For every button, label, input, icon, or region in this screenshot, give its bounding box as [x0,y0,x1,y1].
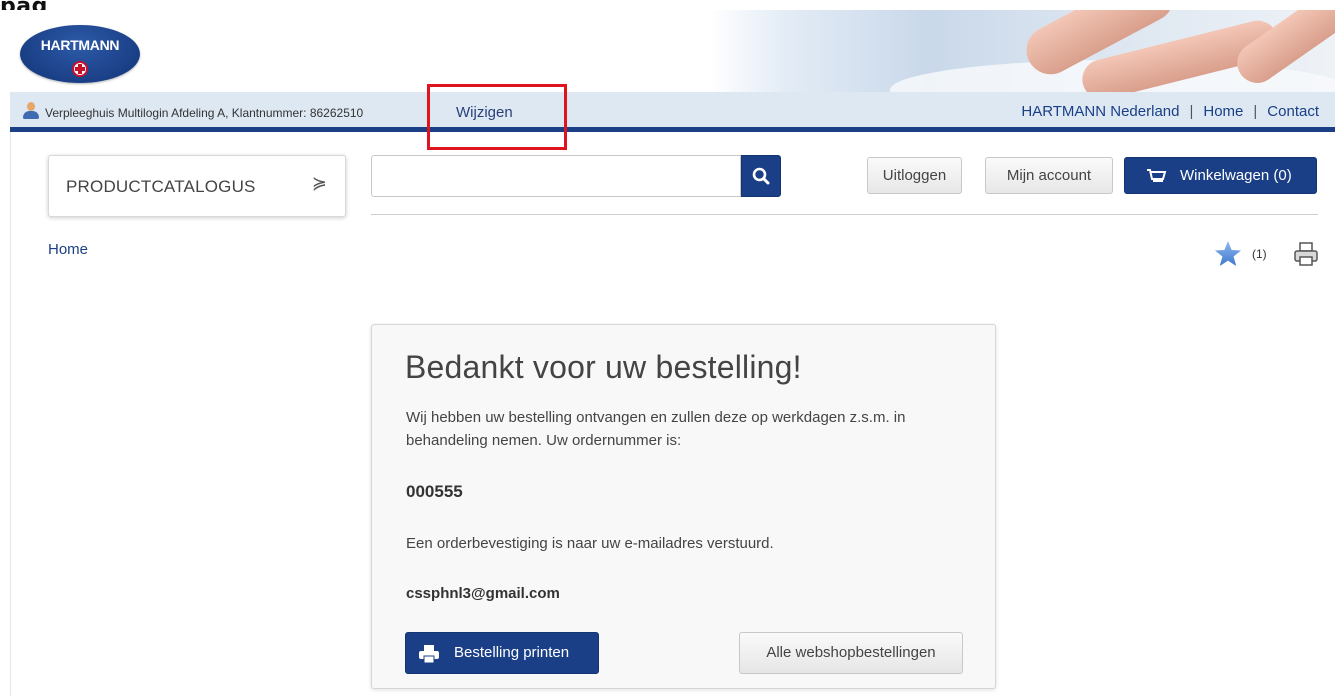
search-input[interactable] [371,155,741,197]
my-account-button[interactable]: Mijn account [985,157,1113,194]
search-button[interactable] [741,155,781,197]
home-link[interactable]: Home [1203,103,1243,120]
printer-icon [419,645,439,663]
hero-image [710,10,1335,92]
hartmann-nederland-link[interactable]: HARTMANN Nederland [1021,103,1179,120]
product-catalog-dropdown[interactable]: PRODUCTCATALOGUS ≽ [48,155,346,217]
print-order-label: Bestelling printen [454,644,570,661]
contact-link[interactable]: Contact [1267,103,1319,120]
search-icon [752,167,770,185]
breadcrumb-home[interactable]: Home [48,241,88,258]
order-confirmation-panel: Bedankt voor uw bestelling! Wij hebben u… [371,324,996,689]
product-catalog-label: PRODUCTCATALOGUS [66,177,256,196]
nav-separator: | [1189,103,1194,120]
confirmation-email: cssphnl3@gmail.com [406,585,560,602]
print-order-button[interactable]: Bestelling printen [405,632,599,674]
confirmation-mail-message: Een orderbevestiging is naar uw e-mailad… [406,535,774,552]
logout-button[interactable]: Uitloggen [867,157,962,194]
account-bar: Verpleeghuis Multilogin Afdeling A, Klan… [10,92,1335,132]
cart-button[interactable]: Winkelwagen (0) [1124,157,1317,194]
change-account-link[interactable]: Wijzigen [456,104,513,121]
print-icon[interactable] [1293,241,1319,267]
cart-label: Winkelwagen (0) [1180,167,1292,184]
chevron-double-down-icon: ≽ [311,173,327,193]
nav-separator: | [1253,103,1258,120]
logo-text: HARTMANN [40,37,120,53]
cart-icon [1147,169,1167,182]
star-icon[interactable] [1214,240,1242,268]
confirmation-title: Bedankt voor uw bestelling! [405,349,802,385]
confirmation-message: Wij hebben uw bestelling ontvangen en zu… [406,409,906,449]
header-banner: HARTMANN [0,10,1335,92]
top-nav: HARTMANN Nederland | Home | Contact [1021,103,1319,120]
order-number: 000555 [406,482,463,501]
left-divider [10,132,11,696]
user-icon [22,102,40,120]
favorites-count: (1) [1252,247,1267,261]
all-orders-button[interactable]: Alle webshopbestellingen [739,632,963,674]
account-info: Verpleeghuis Multilogin Afdeling A, Klan… [45,106,364,120]
cross-icon [72,61,88,77]
header-divider [371,214,1318,215]
hartmann-logo[interactable]: HARTMANN [20,25,140,83]
